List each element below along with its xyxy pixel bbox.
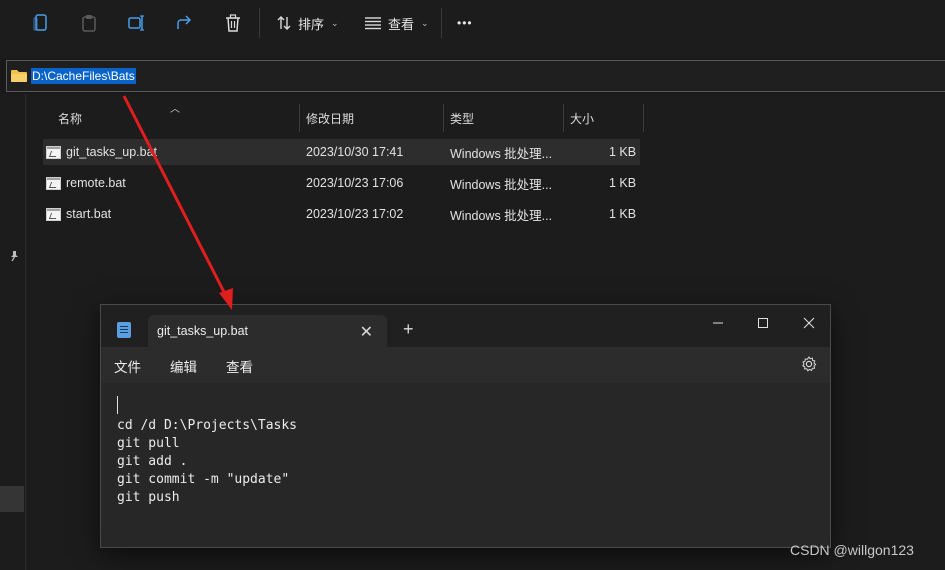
address-path[interactable]: D:\CacheFiles\Bats [31,68,136,84]
file-modified: 2023/10/30 17:41 [306,145,404,159]
notepad-title-bar[interactable]: git_tasks_up.bat ✕ + [101,305,830,347]
share-icon[interactable] [172,10,198,36]
notepad-text-area[interactable]: cd /d D:\Projects\Tasks git pull git add… [101,383,830,547]
nav-item-selected[interactable] [0,486,24,512]
file-row[interactable]: remote.bat 2023/10/23 17:06 Windows 批处理.… [43,170,640,196]
paste-icon[interactable] [76,10,102,36]
column-divider[interactable] [299,104,300,132]
column-divider[interactable] [563,104,564,132]
batch-file-icon [46,145,61,159]
close-tab-icon[interactable]: ✕ [360,322,373,342]
chevron-down-icon: ⌄ [331,17,339,28]
menu-edit[interactable]: 编辑 [170,356,197,376]
batch-file-icon [46,176,61,190]
sort-label: 排序 [298,16,325,32]
file-size: 1 KB [609,145,637,159]
column-header-label: 类型 [450,111,475,126]
toolbar-divider [441,8,442,38]
file-size: 1 KB [609,207,637,221]
sort-icon [277,16,291,30]
command-bar: 排序 ⌄ 查看 ⌄ ••• [0,0,945,46]
navigation-pane [0,94,26,570]
notepad-menu-bar: 文件 编辑 查看 [101,347,830,383]
more-options-button[interactable]: ••• [457,10,473,36]
new-tab-icon[interactable]: + [403,319,414,340]
column-header-label: 修改日期 [306,111,355,126]
folder-icon [11,70,27,82]
file-modified: 2023/10/23 17:02 [306,207,404,221]
menu-view[interactable]: 查看 [226,356,253,376]
file-name-cell: start.bat [46,201,111,227]
view-label: 查看 [388,16,415,32]
column-header-modified[interactable]: 修改日期 [306,104,354,132]
maximize-icon[interactable] [748,313,778,333]
close-window-icon[interactable] [794,313,824,333]
file-row[interactable]: start.bat 2023/10/23 17:02 Windows 批处理..… [43,201,640,227]
file-name: git_tasks_up.bat [66,145,158,159]
text-caret [117,396,118,414]
notepad-tab[interactable]: git_tasks_up.bat ✕ [148,315,387,347]
file-type: Windows 批处理... [450,146,553,161]
notepad-app-icon [117,322,131,338]
column-header-label: 大小 [570,111,595,126]
address-bar[interactable]: D:\CacheFiles\Bats [6,60,945,92]
column-header-type[interactable]: 类型 [450,104,474,132]
column-header-size[interactable]: 大小 [570,104,594,132]
menu-file[interactable]: 文件 [114,356,141,376]
file-type: Windows 批处理... [450,208,553,223]
view-icon [365,17,381,30]
sort-ascending-icon: ︿ [170,104,180,115]
toolbar-divider [259,8,260,38]
notepad-tab-title: git_tasks_up.bat [157,324,249,338]
column-divider[interactable] [443,104,444,132]
file-name-cell: git_tasks_up.bat [46,139,157,165]
delete-icon[interactable] [220,10,246,36]
copy-icon[interactable] [28,10,54,36]
address-bar-area: D:\CacheFiles\Bats [0,58,945,94]
file-type: Windows 批处理... [450,177,553,192]
file-name: remote.bat [66,176,126,190]
sort-button[interactable]: 排序 ⌄ [276,10,339,36]
file-name-cell: remote.bat [46,170,126,196]
rename-icon[interactable] [124,10,150,36]
column-header-name[interactable]: 名称 [58,104,82,132]
watermark: CSDN @willgon123 [790,542,914,558]
view-button[interactable]: 查看 ⌄ [364,10,429,36]
settings-gear-icon[interactable] [801,356,817,372]
column-divider[interactable] [643,104,644,132]
batch-file-icon [46,207,61,221]
file-size: 1 KB [609,176,637,190]
more-options-icon: ••• [457,16,473,30]
file-modified: 2023/10/23 17:06 [306,176,404,190]
column-header-label: 名称 [58,111,83,126]
chevron-down-icon: ⌄ [421,17,429,28]
notepad-window: git_tasks_up.bat ✕ + 文件 编辑 查看 cd /d D:\P… [100,304,831,548]
pin-icon[interactable] [9,250,20,262]
minimize-icon[interactable] [703,313,733,333]
file-name: start.bat [66,207,112,221]
notepad-content: cd /d D:\Projects\Tasks git pull git add… [117,418,298,505]
file-row[interactable]: git_tasks_up.bat 2023/10/30 17:41 Window… [43,139,640,165]
